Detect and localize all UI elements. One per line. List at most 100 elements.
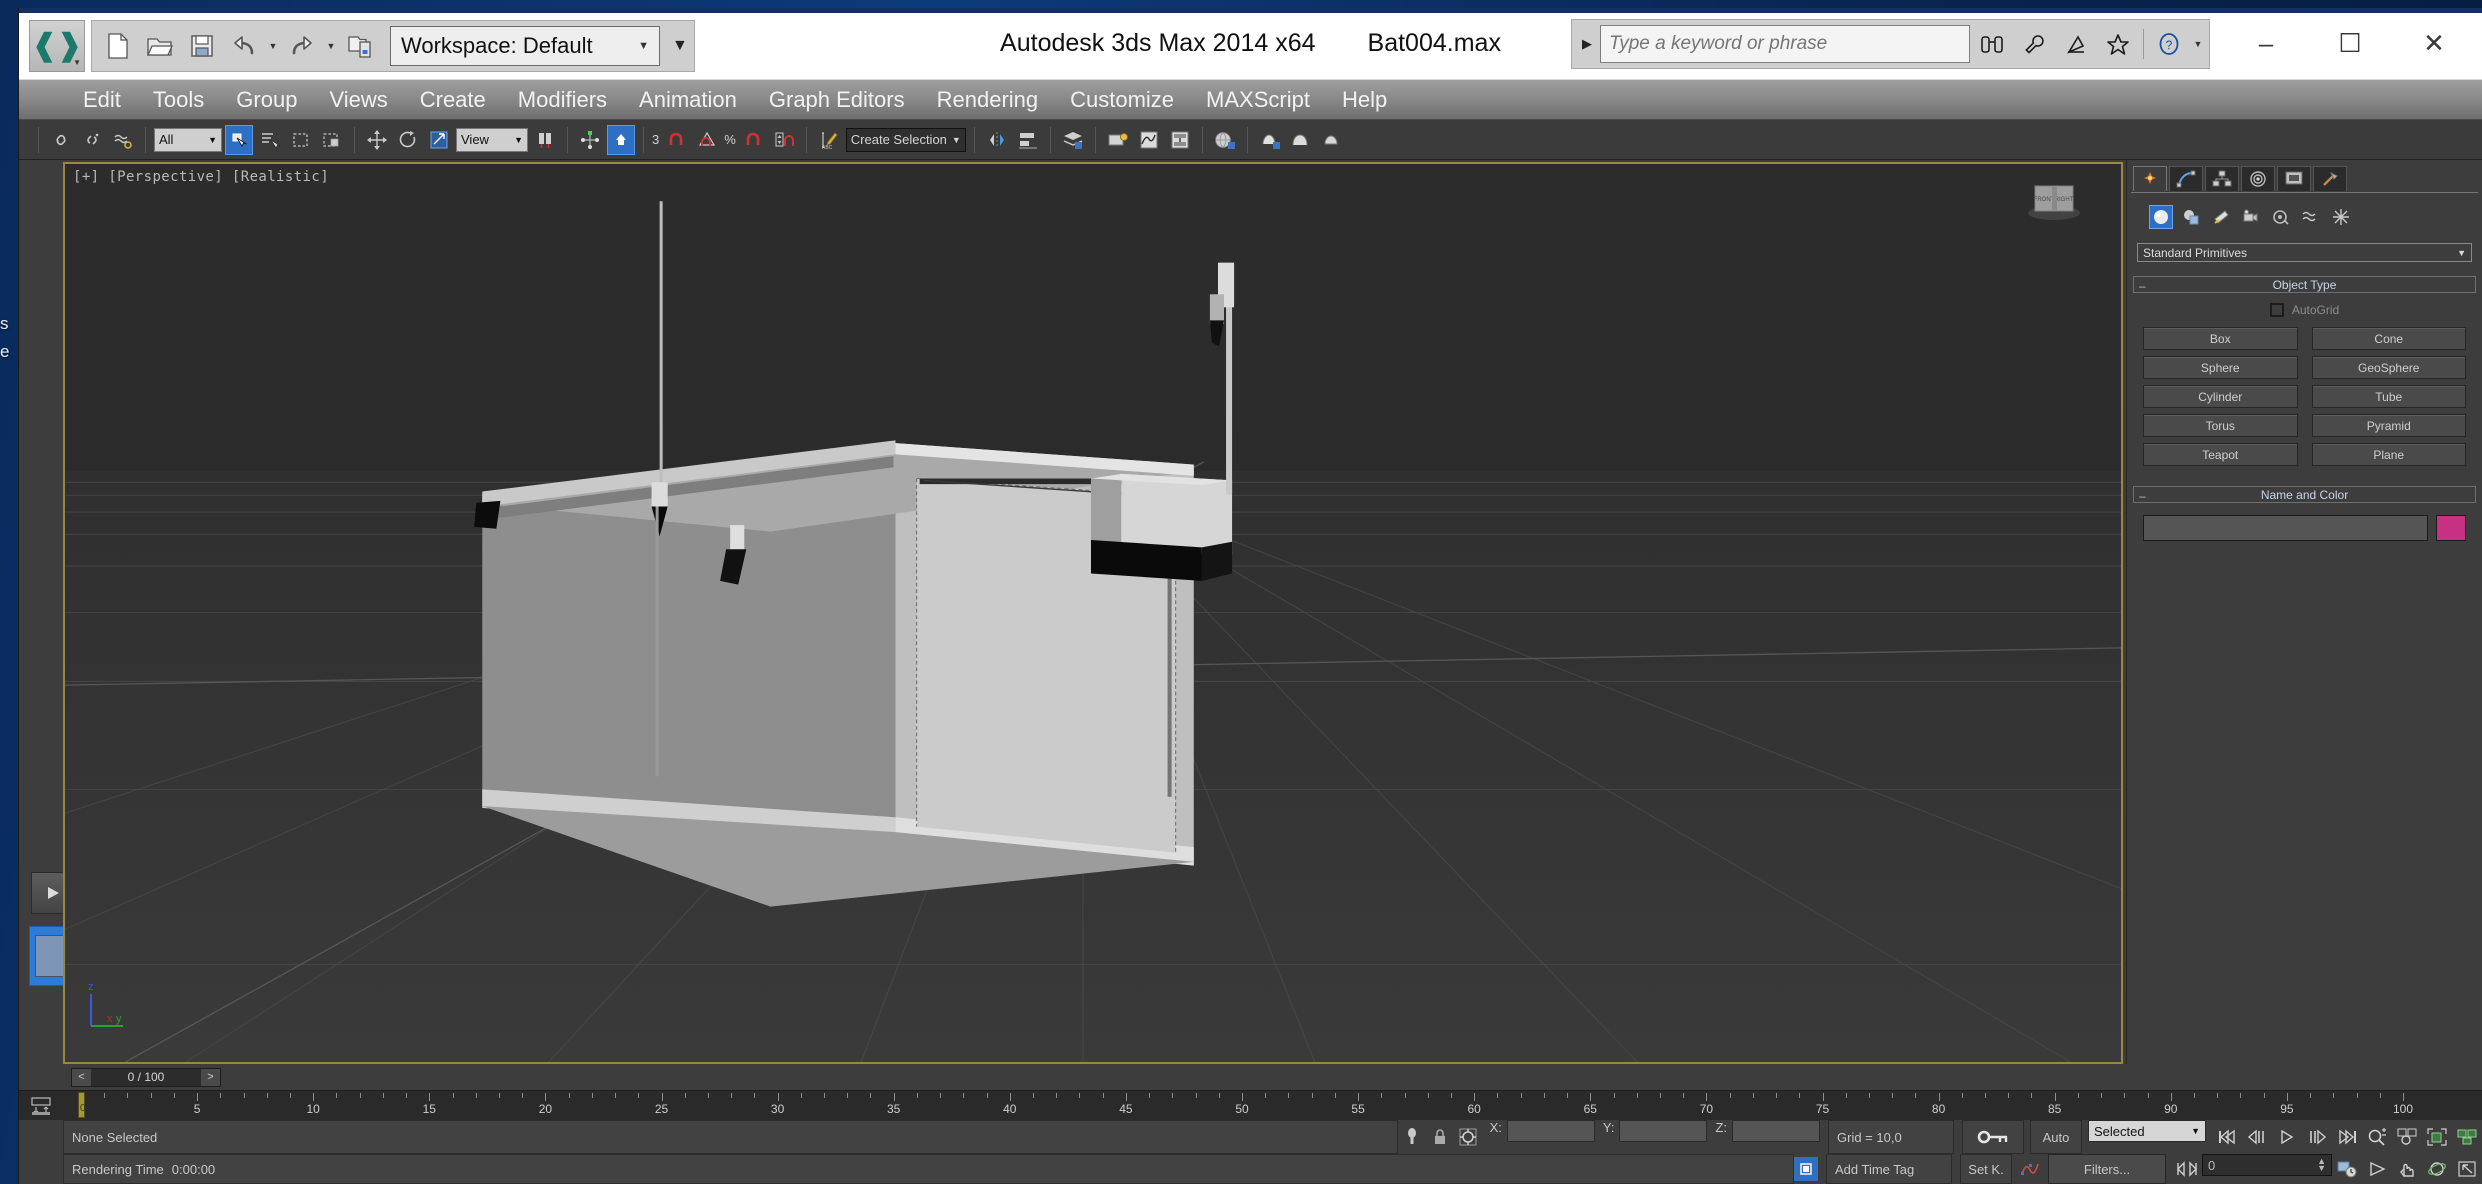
play-animation-icon[interactable]	[2272, 1120, 2302, 1154]
graphite-modeling-tools-icon[interactable]	[1104, 125, 1132, 155]
mirror-icon[interactable]	[983, 125, 1011, 155]
select-and-rotate-icon[interactable]	[394, 125, 422, 155]
create-box-button[interactable]: Box	[2143, 327, 2298, 350]
rendered-frame-window-icon[interactable]	[1287, 125, 1315, 155]
render-setup-icon[interactable]	[1256, 125, 1284, 155]
select-object-icon[interactable]	[225, 124, 253, 155]
curve-editor-icon[interactable]	[1135, 125, 1163, 155]
search-binoculars-icon[interactable]	[1972, 24, 2012, 64]
timeline-ruler[interactable]: 0 5 10 15 20 25 30 35 40 45 50 55 60 65 70 75 80 85 90 95 10…	[63, 1091, 2482, 1120]
y-coordinate-field[interactable]	[1619, 1120, 1708, 1142]
name-and-color-rollout-header[interactable]: – Name and Color	[2133, 486, 2476, 503]
time-slider-handle[interactable]: 0	[78, 1092, 86, 1118]
auto-key-button[interactable]: Auto	[2030, 1120, 2082, 1154]
window-crossing-icon[interactable]	[318, 125, 346, 155]
space-warps-category[interactable]	[2299, 205, 2323, 229]
utilities-tab[interactable]	[2313, 166, 2347, 191]
key-frame-spinner[interactable]: 0 ▲ ▼	[2202, 1154, 2332, 1176]
minimize-button[interactable]: –	[2224, 16, 2308, 72]
spinner-snap-icon[interactable]	[770, 125, 798, 155]
zoom-extents-all-icon[interactable]	[2452, 1120, 2482, 1154]
select-and-move-icon[interactable]	[363, 125, 391, 155]
x-coordinate-field[interactable]	[1506, 1120, 1595, 1142]
redo-button[interactable]	[282, 25, 322, 67]
open-file-button[interactable]	[140, 25, 180, 67]
field-of-view-icon[interactable]	[2362, 1154, 2392, 1184]
orbit-icon[interactable]	[2422, 1154, 2452, 1184]
menu-item-group[interactable]: Group	[220, 83, 313, 117]
close-button[interactable]: ✕	[2392, 16, 2476, 72]
application-menu-button[interactable]: ❰❱ ▼	[29, 20, 85, 72]
create-cone-button[interactable]: Cone	[2311, 327, 2466, 350]
edit-named-selection-sets-icon[interactable]: ABC	[815, 125, 843, 155]
create-pyramid-button[interactable]: Pyramid	[2311, 414, 2466, 437]
object-name-input[interactable]	[2143, 515, 2428, 541]
goto-end-icon[interactable]	[2332, 1120, 2362, 1154]
hierarchy-tab[interactable]	[2205, 166, 2239, 191]
add-time-tag-button[interactable]: Add Time Tag	[1826, 1154, 1952, 1184]
render-production-icon[interactable]	[1318, 125, 1346, 155]
menu-item-create[interactable]: Create	[404, 83, 502, 117]
create-geosphere-button[interactable]: GeoSphere	[2311, 356, 2466, 379]
named-selection-sets-combo[interactable]: Create Selection ▼	[845, 127, 966, 152]
collapse-minus-icon[interactable]: –	[2139, 279, 2146, 293]
create-plane-button[interactable]: Plane	[2311, 443, 2466, 466]
time-configuration-icon[interactable]	[2332, 1154, 2362, 1184]
create-tube-button[interactable]: Tube	[2311, 385, 2466, 408]
selection-lock-icon[interactable]	[1426, 1120, 1454, 1154]
select-and-scale-icon[interactable]	[425, 125, 453, 155]
modify-tab[interactable]	[2169, 166, 2203, 191]
autogrid-checkbox[interactable]	[2269, 303, 2284, 317]
menu-item-graph-editors[interactable]: Graph Editors	[753, 83, 921, 117]
snap-3d-icon[interactable]	[662, 125, 690, 155]
satellite-dish-icon[interactable]	[2056, 24, 2096, 64]
create-tab[interactable]	[2133, 166, 2167, 191]
collapse-minus-icon[interactable]: –	[2139, 489, 2146, 503]
next-frame-button[interactable]: >	[201, 1068, 220, 1086]
snaps-toggle-icon[interactable]	[607, 124, 635, 155]
reference-coordinate-system-combo[interactable]: View ▼	[456, 127, 528, 152]
menu-item-edit[interactable]: Edit	[67, 83, 137, 117]
infocenter-expand-icon[interactable]: ▶	[1576, 36, 1598, 52]
rectangular-select-region-icon[interactable]	[287, 125, 315, 155]
bind-to-space-warp-icon[interactable]	[109, 125, 137, 155]
create-cylinder-button[interactable]: Cylinder	[2143, 385, 2298, 408]
key-toggle-icon[interactable]	[1962, 1120, 2024, 1154]
search-input[interactable]	[1600, 24, 1970, 63]
prev-frame-button[interactable]: <	[72, 1068, 91, 1086]
goto-start-icon[interactable]	[2212, 1120, 2242, 1154]
z-coordinate-field[interactable]	[1732, 1120, 1820, 1142]
cameras-category[interactable]	[2239, 205, 2263, 229]
maximize-viewport-icon[interactable]	[2452, 1154, 2482, 1184]
isolate-selection-icon[interactable]	[1454, 1120, 1482, 1154]
select-by-name-icon[interactable]	[256, 125, 284, 155]
expand-toolbar-icon[interactable]: ▼	[672, 37, 688, 55]
set-key-nav-icon[interactable]	[2016, 1154, 2044, 1184]
lights-category[interactable]	[2209, 205, 2233, 229]
pan-icon[interactable]	[2392, 1154, 2422, 1184]
motion-tab[interactable]	[2241, 166, 2275, 191]
undo-button[interactable]	[224, 25, 264, 67]
maximize-button[interactable]: ☐	[2308, 16, 2392, 72]
next-frame-icon[interactable]	[2302, 1120, 2332, 1154]
menu-item-tools[interactable]: Tools	[137, 83, 220, 117]
key-mode-toggle-icon[interactable]	[19, 1091, 63, 1120]
filters-button[interactable]: Filters...	[2048, 1154, 2166, 1184]
helpers-category[interactable]	[2269, 205, 2293, 229]
display-tab[interactable]	[2277, 166, 2311, 191]
prev-frame-icon[interactable]	[2242, 1120, 2272, 1154]
workspace-selector[interactable]: Workspace: Default ▼	[390, 26, 660, 66]
redo-dropdown-arrow-icon[interactable]: ▼	[324, 41, 338, 51]
percent-snap-icon[interactable]	[739, 125, 767, 155]
zoom-icon[interactable]	[2362, 1120, 2392, 1154]
zoom-extents-icon[interactable]	[2422, 1120, 2452, 1154]
angle-snap-icon[interactable]	[693, 125, 721, 155]
shapes-category[interactable]	[2179, 205, 2203, 229]
perspective-viewport[interactable]: [+] [Perspective] [Realistic] FRONT RIGH…	[63, 162, 2123, 1064]
material-editor-icon[interactable]	[1211, 125, 1239, 155]
help-dropdown-arrow-icon[interactable]: ▼	[2191, 39, 2205, 49]
menu-item-maxscript[interactable]: MAXScript	[1190, 83, 1326, 117]
menu-item-modifiers[interactable]: Modifiers	[502, 83, 623, 117]
new-file-button[interactable]	[98, 25, 138, 67]
viewport-label[interactable]: [+] [Perspective] [Realistic]	[73, 169, 329, 185]
